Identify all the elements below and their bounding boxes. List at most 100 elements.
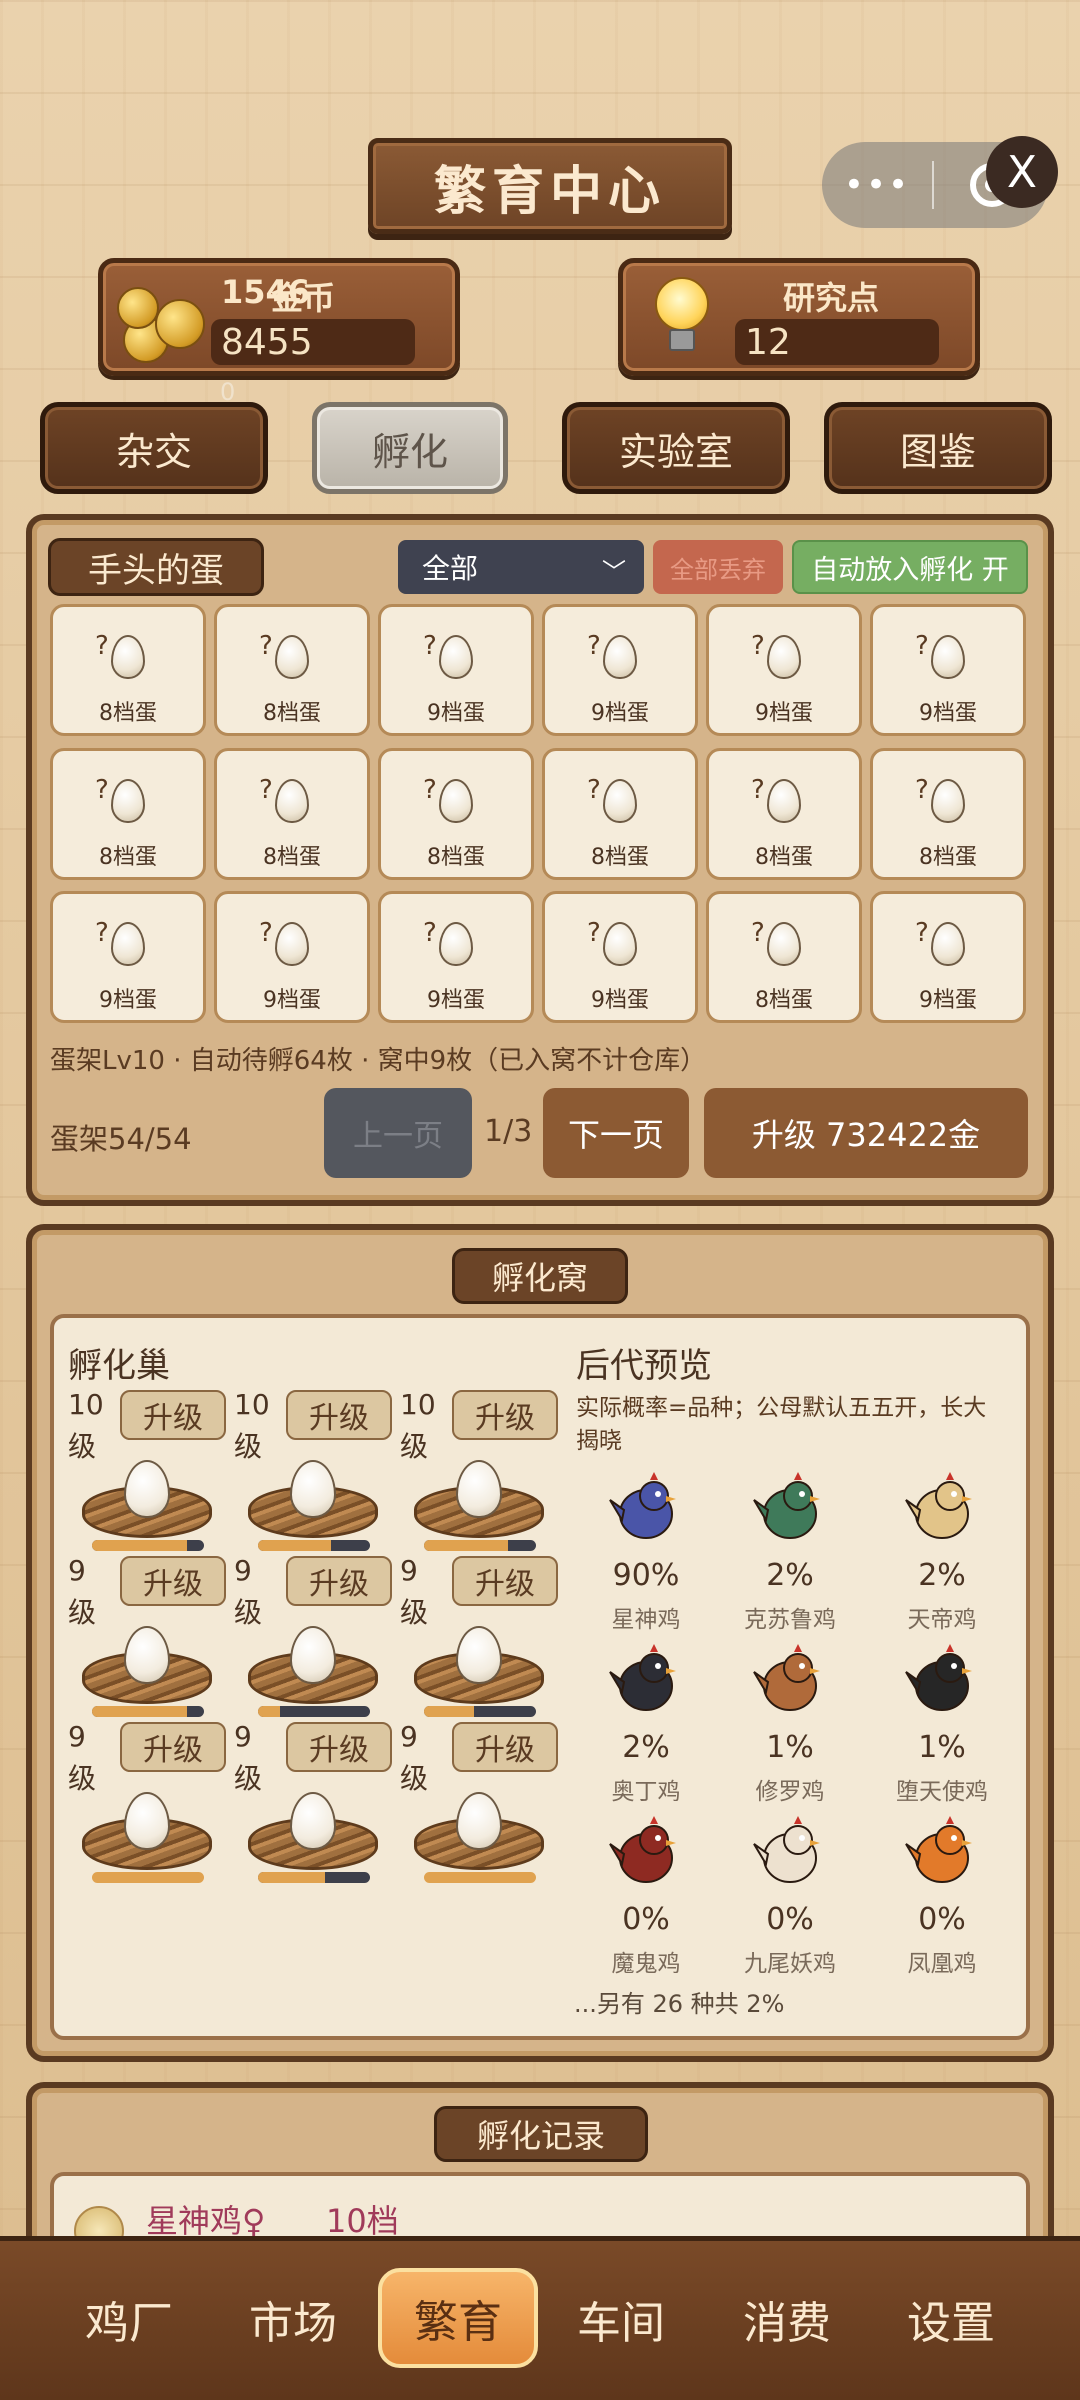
prev-page-button[interactable]: 上一页 <box>324 1088 472 1178</box>
egg-grade-label: 9档蛋 <box>755 701 813 726</box>
nav-consume[interactable]: 消费 <box>712 2276 862 2362</box>
nest[interactable] <box>82 1792 212 1874</box>
chicken-icon <box>905 1472 972 1539</box>
egg-card[interactable]: ? 9档蛋 <box>542 891 698 1023</box>
nest[interactable] <box>248 1792 378 1874</box>
egg-card[interactable]: ? 9档蛋 <box>50 891 206 1023</box>
nest-upgrade-button[interactable]: 升级 <box>120 1722 226 1772</box>
egg-card[interactable]: ? 8档蛋 <box>214 604 370 736</box>
egg-icon <box>111 779 145 823</box>
tab-lab[interactable]: 实验室 <box>562 402 790 494</box>
nest-upgrade-button[interactable]: 升级 <box>452 1390 558 1440</box>
tab-incubate[interactable]: 孵化 <box>312 402 508 494</box>
egg-card[interactable]: ? 8档蛋 <box>706 891 862 1023</box>
chicken-icon <box>609 1644 676 1711</box>
incubation-progress-bar <box>92 1540 204 1551</box>
chicken-portrait-icon <box>902 1642 982 1716</box>
egg-card[interactable]: ? 9档蛋 <box>378 891 534 1023</box>
egg-card[interactable]: ? 9档蛋 <box>542 604 698 736</box>
chicken-portrait-icon <box>750 1642 830 1716</box>
incubator-panel-title: 孵化窝 <box>452 1248 628 1304</box>
egg-grade-label: 8档蛋 <box>427 845 485 870</box>
capsule-divider <box>932 161 934 209</box>
egg-card[interactable]: ? 8档蛋 <box>50 604 206 736</box>
nest-upgrade-button[interactable]: 升级 <box>286 1390 392 1440</box>
offspring-probability: 0% <box>766 1902 814 1937</box>
chicken-portrait-icon <box>902 1470 982 1544</box>
nest-upgrade-button[interactable]: 升级 <box>286 1556 392 1606</box>
egg-card[interactable]: ? 9档蛋 <box>870 891 1026 1023</box>
coin-icon <box>117 287 159 329</box>
next-page-button[interactable]: 下一页 <box>543 1088 689 1178</box>
egg-icon <box>290 1460 336 1518</box>
chicken-icon <box>753 1644 820 1711</box>
nest[interactable] <box>414 1626 544 1708</box>
nest[interactable] <box>248 1460 378 1542</box>
auto-incubate-toggle[interactable]: 自动放入孵化 开 <box>792 540 1028 594</box>
egg-icon <box>603 922 637 966</box>
nest[interactable] <box>414 1792 544 1874</box>
close-icon[interactable]: X <box>986 136 1058 208</box>
egg-icon <box>767 922 801 966</box>
chicken-portrait-icon <box>750 1470 830 1544</box>
egg-icon <box>439 635 473 679</box>
nav-workshop[interactable]: 车间 <box>546 2276 696 2362</box>
tab-catalog[interactable]: 图鉴 <box>824 402 1052 494</box>
incubation-progress-bar <box>92 1872 204 1883</box>
offspring-name: 天帝鸡 <box>907 1607 977 1633</box>
nav-breeding[interactable]: 繁育 <box>378 2268 538 2368</box>
eggs-panel-title: 手头的蛋 <box>48 538 264 596</box>
nest[interactable] <box>414 1460 544 1542</box>
discard-all-button[interactable]: 全部丢弃 <box>653 540 783 594</box>
nest-upgrade-button[interactable]: 升级 <box>120 1556 226 1606</box>
unknown-mark: ? <box>259 631 273 661</box>
egg-card[interactable]: ? 8档蛋 <box>870 748 1026 880</box>
chicken-portrait-icon <box>750 1814 830 1888</box>
lightbulb-base <box>669 329 695 351</box>
offspring-probability: 0% <box>622 1902 670 1937</box>
nav-chicken-factory[interactable]: 鸡厂 <box>54 2276 204 2362</box>
egg-card[interactable]: ? 8档蛋 <box>50 748 206 880</box>
nest[interactable] <box>248 1626 378 1708</box>
egg-card[interactable]: ? 9档蛋 <box>214 891 370 1023</box>
egg-icon <box>767 635 801 679</box>
chicken-icon <box>753 1472 820 1539</box>
offspring-name: 魔鬼鸡 <box>611 1951 681 1977</box>
nav-market[interactable]: 市场 <box>218 2276 368 2362</box>
nest-upgrade-button[interactable]: 升级 <box>286 1722 392 1772</box>
preview-note: 实际概率=品种；公母默认五五开，长大揭晓 <box>576 1395 987 1454</box>
egg-card[interactable]: ? 9档蛋 <box>378 604 534 736</box>
nest[interactable] <box>82 1460 212 1542</box>
nest-upgrade-button[interactable]: 升级 <box>452 1722 558 1772</box>
nav-settings[interactable]: 设置 <box>876 2276 1026 2362</box>
egg-card[interactable]: ? 8档蛋 <box>542 748 698 880</box>
coin-icon <box>155 299 205 349</box>
progress-fill <box>258 1540 331 1551</box>
egg-grade-label: 8档蛋 <box>99 701 157 726</box>
more-icon[interactable]: ••• <box>822 165 932 205</box>
egg-card[interactable]: ? 8档蛋 <box>378 748 534 880</box>
nest[interactable] <box>82 1626 212 1708</box>
chicken-portrait-icon <box>606 1814 686 1888</box>
egg-icon <box>931 779 965 823</box>
research-value: 12 <box>735 319 939 365</box>
egg-card[interactable]: ? 8档蛋 <box>706 748 862 880</box>
upgrade-rack-button[interactable]: 升级 732422金 <box>704 1088 1028 1178</box>
offspring-name: 凤凰鸡 <box>907 1951 977 1977</box>
egg-icon <box>290 1792 336 1850</box>
unknown-mark: ? <box>587 918 601 948</box>
egg-card[interactable]: ? 9档蛋 <box>870 604 1026 736</box>
egg-filter-select[interactable]: 全部 ﹀ <box>398 540 644 594</box>
chicken-icon <box>905 1816 972 1883</box>
egg-card[interactable]: ? 8档蛋 <box>214 748 370 880</box>
tab-crossbreed[interactable]: 杂交 <box>40 402 268 494</box>
research-label: 研究点 <box>783 279 880 317</box>
nest-level: 9级 <box>234 1554 263 1629</box>
unknown-mark: ? <box>95 631 109 661</box>
egg-card[interactable]: ? 9档蛋 <box>706 604 862 736</box>
nest-upgrade-button[interactable]: 升级 <box>120 1390 226 1440</box>
offspring-name: 堕天使鸡 <box>896 1779 988 1805</box>
nest-level: 9级 <box>68 1554 97 1629</box>
nest-level: 9级 <box>400 1554 429 1629</box>
nest-upgrade-button[interactable]: 升级 <box>452 1556 558 1606</box>
